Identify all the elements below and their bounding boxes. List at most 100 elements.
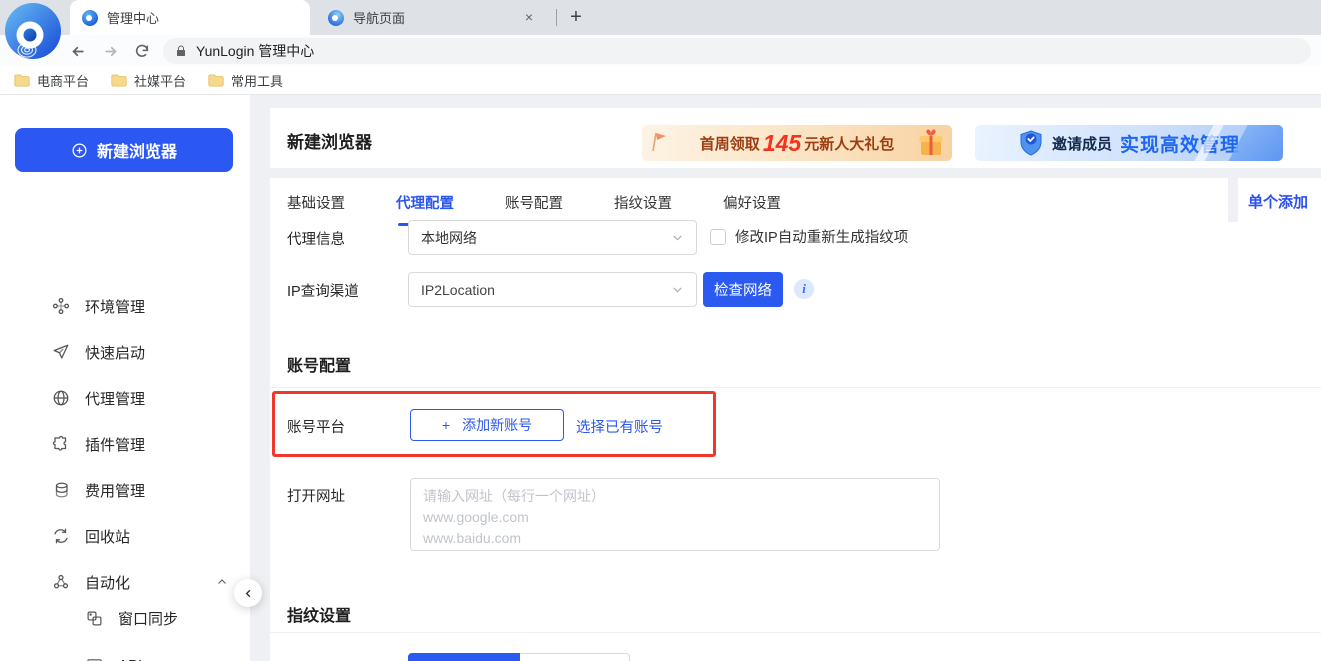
puzzle-icon bbox=[52, 435, 70, 453]
sidebar-item-label: 回收站 bbox=[85, 526, 130, 547]
segment-inactive[interactable] bbox=[520, 653, 630, 661]
sidebar-item-label: 快速启动 bbox=[85, 342, 145, 363]
promo-text: 首周领取 bbox=[700, 133, 760, 154]
circle-plus-icon bbox=[71, 142, 88, 159]
app-window: 管理中心 导航页面 × + bbox=[0, 0, 1321, 661]
fingerprint-section-heading: 指纹设置 bbox=[287, 602, 351, 626]
select-existing-account-link[interactable]: 选择已有账号 bbox=[576, 416, 663, 437]
coins-icon bbox=[52, 481, 70, 499]
globe-icon bbox=[52, 389, 70, 407]
address-bar-url: YunLogin 管理中心 bbox=[196, 41, 314, 61]
sidebar-collapse-button[interactable] bbox=[234, 579, 262, 607]
sidebar-item-billing[interactable]: 费用管理 bbox=[0, 467, 250, 513]
section-divider bbox=[270, 632, 1321, 633]
sidebar-item-label: 窗口同步 bbox=[118, 608, 178, 629]
account-section-heading: 账号配置 bbox=[287, 352, 351, 376]
account-platform-label: 账号平台 bbox=[287, 416, 345, 437]
new-tab-button[interactable]: + bbox=[562, 4, 590, 32]
open-url-textarea[interactable] bbox=[410, 478, 940, 551]
new-browser-form-card: 单个添加 基础设置 代理配置 账号配置 指纹设置 偏好设置 代理信息 本地网络 … bbox=[270, 178, 1321, 661]
sidebar-item-environment[interactable]: 环境管理 bbox=[0, 283, 250, 329]
info-icon[interactable]: i bbox=[794, 279, 814, 299]
content-header: 新建浏览器 首周领取145元新人大礼包 邀请成员 实现高效管理 bbox=[270, 108, 1321, 168]
sidebar-item-label: 费用管理 bbox=[85, 480, 145, 501]
browser-tab-nav-page[interactable]: 导航页面 × bbox=[316, 0, 550, 35]
tab-proxy-config[interactable]: 代理配置 bbox=[396, 192, 454, 213]
browser-tab-title: 管理中心 bbox=[107, 8, 298, 27]
add-new-account-button[interactable]: + 添加新账号 bbox=[410, 409, 564, 441]
sidebar-item-label: 自动化 bbox=[85, 572, 130, 593]
proxy-info-label: 代理信息 bbox=[287, 228, 345, 249]
promo-text: 元新人大礼包 bbox=[804, 133, 894, 154]
tab-basic-settings[interactable]: 基础设置 bbox=[287, 192, 345, 213]
segment-active[interactable] bbox=[408, 653, 520, 661]
ip-channel-label: IP查询渠道 bbox=[287, 280, 359, 301]
tab-fingerprint-settings[interactable]: 指纹设置 bbox=[614, 192, 672, 213]
nodes-icon bbox=[52, 297, 70, 315]
yunlogin-favicon-icon bbox=[82, 10, 98, 26]
sidebar-item-recycle-bin[interactable]: 回收站 bbox=[0, 513, 250, 559]
address-bar[interactable]: YunLogin 管理中心 bbox=[163, 38, 1311, 64]
open-url-label: 打开网址 bbox=[287, 485, 345, 506]
recycle-icon bbox=[52, 527, 70, 545]
yunlogin-logo-icon bbox=[3, 2, 63, 62]
sidebar-item-label: 环境管理 bbox=[85, 296, 145, 317]
check-network-button[interactable]: 检查网络 bbox=[703, 272, 783, 307]
promo-text: 邀请成员 bbox=[1052, 133, 1112, 154]
proxy-info-select[interactable]: 本地网络 bbox=[408, 220, 697, 255]
sidebar-item-window-sync[interactable]: 窗口同步 bbox=[0, 595, 250, 641]
sidebar-item-api[interactable]: API bbox=[0, 642, 250, 661]
tab-divider bbox=[556, 9, 557, 26]
api-icon bbox=[86, 657, 103, 661]
bookmark-folder-tools[interactable]: 常用工具 bbox=[208, 71, 283, 90]
nav-page-favicon-icon bbox=[328, 10, 344, 26]
regen-fingerprint-checkbox-row[interactable]: 修改IP自动重新生成指纹项 bbox=[710, 226, 908, 247]
chevron-left-icon bbox=[243, 588, 254, 599]
page-title: 新建浏览器 bbox=[287, 128, 372, 153]
bookmark-label: 社媒平台 bbox=[134, 71, 186, 90]
checkbox-unchecked[interactable] bbox=[710, 229, 726, 245]
sidebar-item-proxy[interactable]: 代理管理 bbox=[0, 375, 250, 421]
bookmark-label: 常用工具 bbox=[231, 71, 283, 90]
shield-check-icon bbox=[1018, 129, 1044, 157]
new-browser-button-label: 新建浏览器 bbox=[97, 138, 177, 162]
fingerprint-segmented-control[interactable] bbox=[408, 653, 630, 661]
gift-icon bbox=[914, 127, 948, 161]
sidebar-item-plugins[interactable]: 插件管理 bbox=[0, 421, 250, 467]
browser-tab-title: 导航页面 bbox=[353, 8, 511, 27]
settings-tabs: 基础设置 代理配置 账号配置 指纹设置 偏好设置 bbox=[287, 192, 781, 213]
checkbox-label: 修改IP自动重新生成指纹项 bbox=[735, 226, 908, 247]
panel-gap bbox=[1228, 178, 1238, 222]
folder-icon bbox=[111, 74, 127, 87]
chevron-down-icon bbox=[671, 231, 684, 244]
proxy-info-value: 本地网络 bbox=[421, 228, 477, 248]
send-icon bbox=[52, 343, 70, 361]
forward-icon[interactable] bbox=[98, 39, 122, 63]
bookmark-label: 电商平台 bbox=[37, 71, 89, 90]
bookmarks-bar: 电商平台 社媒平台 常用工具 bbox=[0, 66, 1321, 95]
sidebar: 新建浏览器 环境管理 快速启动 代理管理 插件管理 费用管理 回收站 自动化 bbox=[0, 95, 250, 661]
plus-icon: + bbox=[442, 417, 450, 433]
bookmark-folder-ecommerce[interactable]: 电商平台 bbox=[14, 71, 89, 90]
bookmark-folder-social[interactable]: 社媒平台 bbox=[111, 71, 186, 90]
browser-toolbar: YunLogin 管理中心 bbox=[0, 35, 1321, 66]
invite-member-promo-banner[interactable]: 邀请成员 实现高效管理 bbox=[975, 125, 1283, 161]
lock-icon bbox=[175, 44, 187, 58]
single-add-button[interactable]: 单个添加 bbox=[1248, 191, 1308, 212]
tab-account-config[interactable]: 账号配置 bbox=[505, 192, 563, 213]
new-user-promo-banner[interactable]: 首周领取145元新人大礼包 bbox=[642, 125, 952, 161]
ip-channel-select[interactable]: IP2Location bbox=[408, 272, 697, 307]
automation-icon bbox=[52, 573, 70, 591]
promo-amount: 145 bbox=[763, 130, 801, 157]
sidebar-item-quick-launch[interactable]: 快速启动 bbox=[0, 329, 250, 375]
tab-preference-settings[interactable]: 偏好设置 bbox=[723, 192, 781, 213]
reload-icon[interactable] bbox=[130, 39, 154, 63]
back-icon[interactable] bbox=[66, 39, 90, 63]
new-browser-button[interactable]: 新建浏览器 bbox=[15, 128, 233, 172]
section-divider bbox=[270, 387, 1321, 388]
chevron-up-icon[interactable] bbox=[216, 576, 228, 588]
close-tab-icon[interactable]: × bbox=[520, 9, 538, 27]
sidebar-item-label: API bbox=[118, 657, 142, 661]
browser-tab-admin-center[interactable]: 管理中心 bbox=[70, 0, 310, 35]
sidebar-item-label: 代理管理 bbox=[85, 388, 145, 409]
